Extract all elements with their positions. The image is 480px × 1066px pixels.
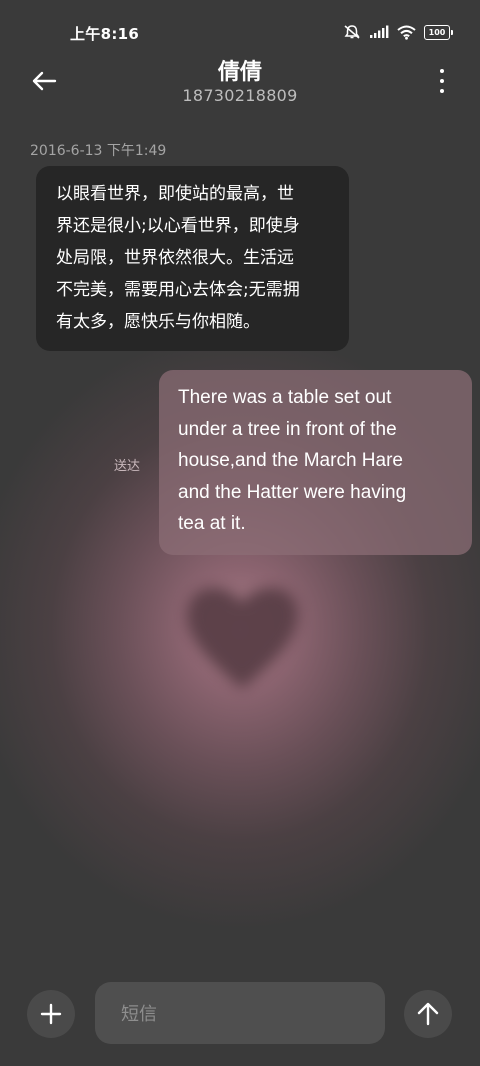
message-input-placeholder: 短信 bbox=[121, 1004, 157, 1025]
add-attachment-button[interactable] bbox=[27, 990, 75, 1038]
contact-number: 18730218809 bbox=[182, 86, 298, 105]
conversation-header: 倩倩 18730218809 bbox=[0, 52, 480, 112]
plus-icon bbox=[40, 1003, 62, 1025]
send-button[interactable] bbox=[404, 990, 452, 1038]
incoming-message-bubble[interactable]: 以眼看世界，即使站的最高，世 界还是很小;以心看世界，即使身 处局限，世界依然很… bbox=[36, 166, 349, 351]
wifi-icon bbox=[397, 25, 416, 40]
mute-icon bbox=[344, 25, 360, 39]
contact-name: 倩倩 bbox=[217, 60, 262, 85]
battery-icon: 100 bbox=[424, 24, 453, 40]
status-icons: 100 bbox=[343, 24, 453, 40]
outgoing-message-bubble[interactable]: There was a table set out under a tree i… bbox=[159, 370, 472, 555]
heart-decoration bbox=[186, 587, 299, 690]
more-options-button[interactable] bbox=[430, 67, 454, 95]
delivery-status: 送达 bbox=[114, 459, 141, 474]
message-timestamp: 2016-6-13 下午1:49 bbox=[30, 143, 167, 159]
signal-icon bbox=[370, 25, 389, 38]
more-vertical-icon bbox=[440, 69, 444, 73]
message-input[interactable]: 短信 bbox=[95, 982, 385, 1044]
status-time: 上午8:16 bbox=[70, 25, 140, 43]
send-arrow-icon bbox=[417, 1002, 439, 1026]
